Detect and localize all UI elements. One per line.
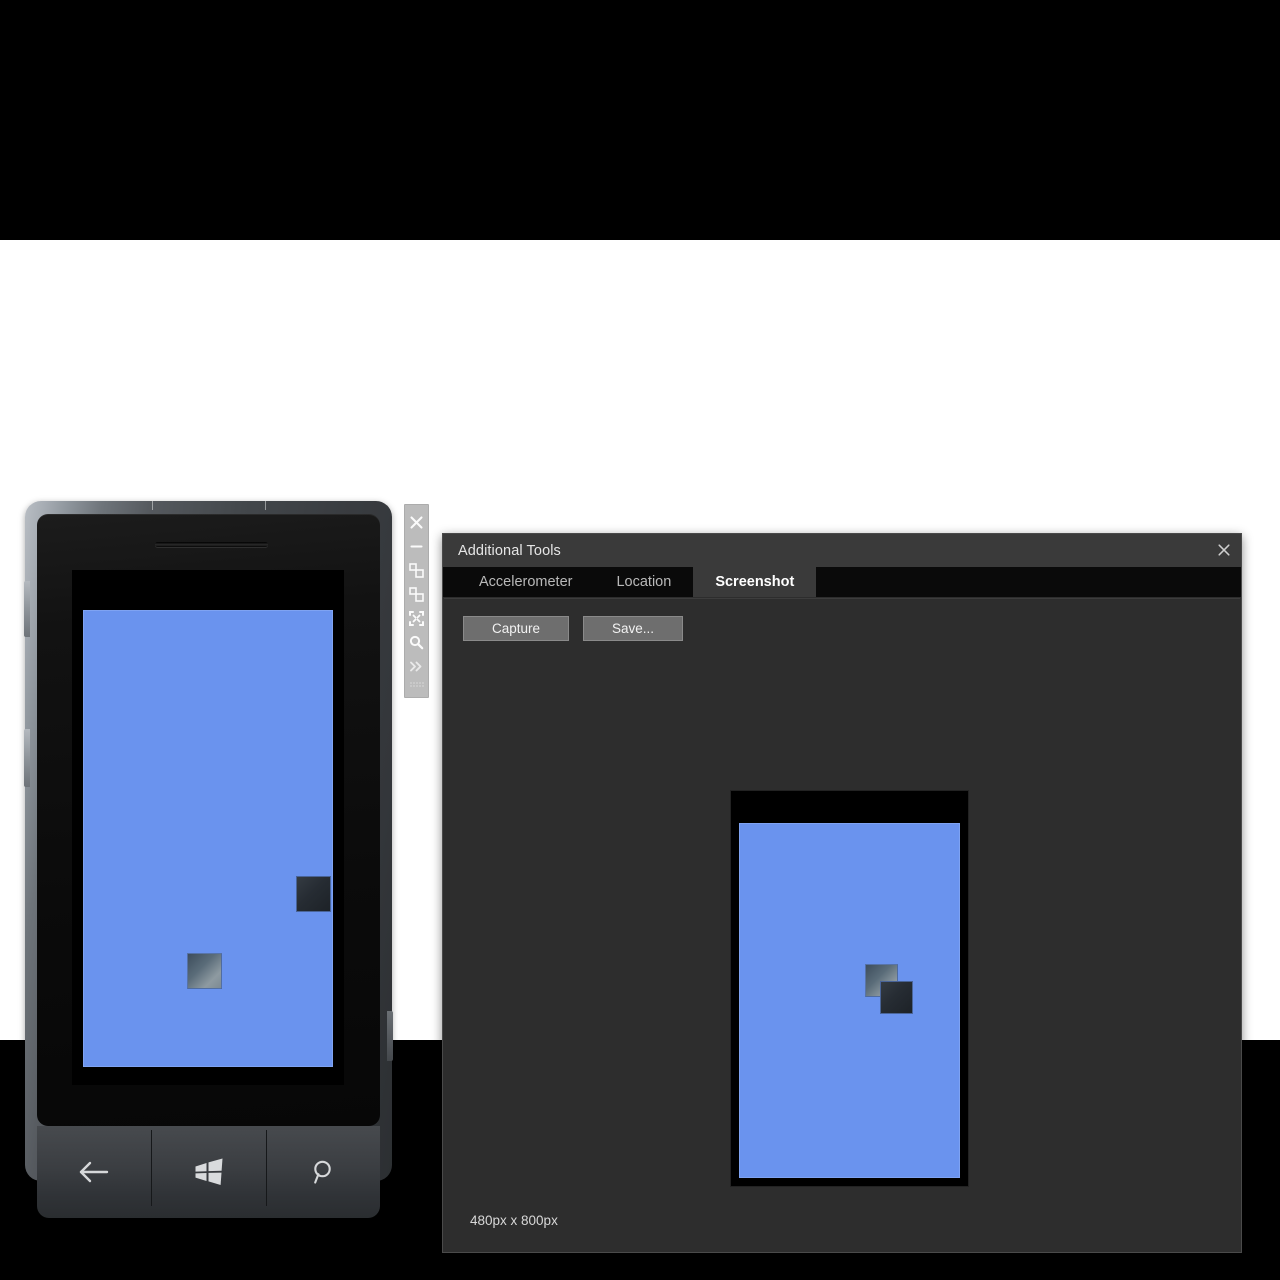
- expand-icon[interactable]: [404, 654, 429, 678]
- windows-logo-icon: [195, 1158, 223, 1185]
- close-window-button[interactable]: [1211, 537, 1237, 562]
- screenshot-tab-pane: Capture Save... 480px x 800px: [444, 598, 1240, 1252]
- screenshot-preview[interactable]: [731, 791, 968, 1186]
- shell-seam-right: [265, 501, 266, 510]
- phone-screen[interactable]: [72, 570, 344, 1085]
- preview-square-dark: [880, 981, 913, 1014]
- volume-up-button[interactable]: [24, 581, 30, 637]
- screenshot-size-label: 480px x 800px: [470, 1213, 558, 1228]
- square-light[interactable]: [187, 953, 222, 989]
- rotate-right-icon[interactable]: [404, 582, 429, 606]
- search-button[interactable]: [267, 1126, 381, 1218]
- windows-phone-emulator[interactable]: [24, 501, 393, 1218]
- search-icon: [314, 1160, 331, 1184]
- back-button[interactable]: [37, 1126, 151, 1218]
- screenshot-action-buttons: Capture Save...: [463, 616, 683, 641]
- tab-screenshot[interactable]: Screenshot: [693, 567, 817, 597]
- capture-button[interactable]: Capture: [463, 616, 569, 641]
- window-title: Additional Tools: [458, 542, 561, 559]
- app-canvas[interactable]: [83, 610, 333, 1067]
- volume-down-button[interactable]: [24, 729, 30, 787]
- phone-shell: [24, 501, 393, 1218]
- close-icon[interactable]: [404, 510, 429, 534]
- tab-location[interactable]: Location: [594, 567, 693, 597]
- tab-strip[interactable]: Accelerometer Location Screenshot: [443, 567, 1241, 597]
- desktop-surface: Additional Tools Accelerometer Location …: [0, 240, 1280, 1253]
- fit-to-screen-icon[interactable]: [404, 606, 429, 630]
- window-title-bar[interactable]: Additional Tools: [443, 534, 1241, 567]
- earpiece-speaker-icon: [155, 542, 268, 547]
- shell-seam-left: [152, 501, 153, 510]
- emulator-float-toolbar[interactable]: [404, 504, 429, 698]
- rotate-left-icon[interactable]: [404, 558, 429, 582]
- toolbar-grip[interactable]: [409, 682, 424, 687]
- save-button[interactable]: Save...: [583, 616, 683, 641]
- additional-tools-window[interactable]: Additional Tools Accelerometer Location …: [442, 533, 1242, 1253]
- hardware-button-bar: [37, 1126, 380, 1222]
- start-button[interactable]: [152, 1126, 266, 1218]
- minimize-icon[interactable]: [404, 534, 429, 558]
- camera-button[interactable]: [387, 1011, 393, 1061]
- close-icon: [1218, 543, 1230, 556]
- tab-accelerometer[interactable]: Accelerometer: [457, 567, 594, 597]
- square-dark[interactable]: [296, 876, 331, 912]
- screen-root: Additional Tools Accelerometer Location …: [0, 0, 1280, 1280]
- zoom-icon[interactable]: [404, 630, 429, 654]
- screenshot-preview-canvas: [739, 823, 960, 1178]
- phone-face: [37, 514, 380, 1126]
- back-arrow-icon: [79, 1161, 109, 1183]
